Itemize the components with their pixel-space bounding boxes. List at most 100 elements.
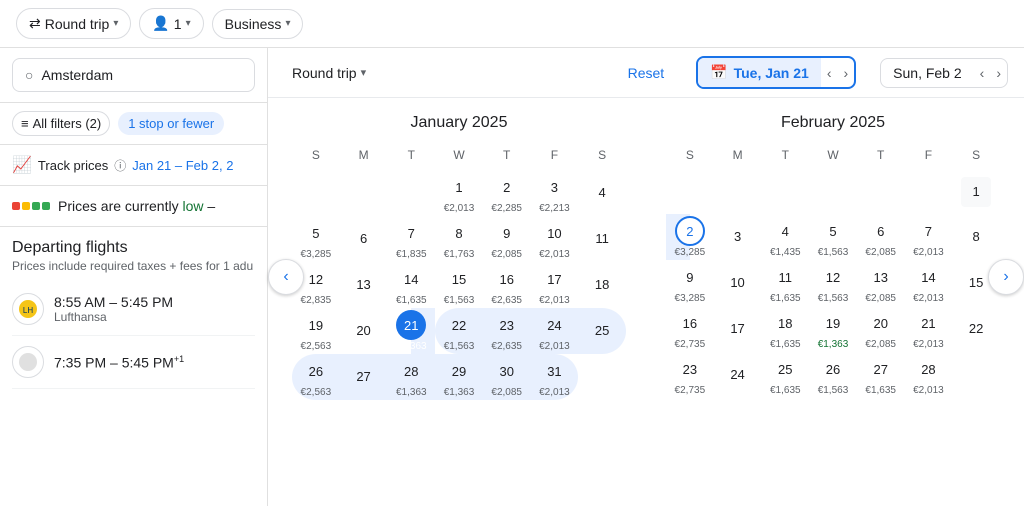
day-cell[interactable]: 3 — [714, 214, 762, 260]
day-cell[interactable]: 2€3,285 — [666, 214, 714, 260]
reset-button[interactable]: Reset — [628, 65, 665, 81]
day-cell[interactable]: 10€2,013 — [531, 216, 579, 262]
day-cell[interactable]: 16€2,635 — [483, 262, 531, 308]
day-cell[interactable]: 28€2,013 — [905, 352, 953, 398]
day-cell[interactable]: 4€1,435 — [761, 214, 809, 260]
day-cell[interactable]: 11€1,635 — [761, 260, 809, 306]
day-number: 26 — [301, 356, 331, 386]
day-cell[interactable]: 13 — [340, 262, 388, 308]
day-cell[interactable]: 2€2,285 — [483, 170, 531, 216]
roundtrip-button[interactable]: ⇄ Round trip ▾ — [16, 8, 131, 39]
all-filters-button[interactable]: ≡ All filters (2) — [12, 111, 110, 136]
flight-card-1[interactable]: LH 8:55 AM – 5:45 PM Lufthansa — [12, 283, 255, 336]
top-bar: ⇄ Round trip ▾ 👤 1 ▾ Business ▾ — [0, 0, 1024, 48]
day-cell[interactable]: 21€1,363 — [387, 308, 435, 354]
day-cell[interactable]: 15€1,563 — [435, 262, 483, 308]
february-grid: SMTWTFS12€3,28534€1,4355€1,5636€2,0857€2… — [666, 144, 1000, 398]
date-start-next-button[interactable]: › — [837, 61, 854, 85]
day-cell[interactable]: 9€3,285 — [666, 260, 714, 306]
day-cell[interactable]: 6 — [340, 216, 388, 262]
day-cell[interactable]: 5€1,563 — [809, 214, 857, 260]
day-cell[interactable]: 28€1,363 — [387, 354, 435, 400]
day-cell[interactable]: 27 — [340, 354, 388, 400]
day-number: 20 — [349, 316, 379, 346]
class-button[interactable]: Business ▾ — [212, 9, 304, 39]
day-cell[interactable]: 25 — [578, 308, 626, 354]
day-cell[interactable]: 7€1,835 — [387, 216, 435, 262]
track-icon: 📈 — [12, 155, 32, 175]
day-cell[interactable]: 1 — [952, 170, 1000, 214]
search-box[interactable]: ○ Amsterdam — [12, 58, 255, 92]
day-price: €1,635 — [770, 385, 801, 396]
date-end-selected[interactable]: Sun, Feb 2 — [881, 59, 974, 87]
day-cell[interactable]: 26€1,563 — [809, 352, 857, 398]
day-cell[interactable]: 31€2,013 — [531, 354, 579, 400]
day-cell[interactable]: 18€1,635 — [761, 306, 809, 352]
date-start-prev-button[interactable]: ‹ — [821, 61, 838, 85]
day-cell[interactable]: 1€2,013 — [435, 170, 483, 216]
day-cell[interactable]: 21€2,013 — [905, 306, 953, 352]
day-number: 24 — [539, 310, 569, 340]
calendar-prev-button[interactable]: ‹ — [268, 259, 304, 295]
day-cell[interactable]: 19€1,363 — [809, 306, 857, 352]
airline-logo-2 — [12, 346, 44, 378]
flight-time-2: 7:35 PM – 5:45 PM+1 — [54, 354, 255, 371]
search-city-label: Amsterdam — [41, 67, 113, 83]
day-cell[interactable]: 24€2,013 — [531, 308, 579, 354]
calendar-icon: 📅 — [710, 64, 727, 81]
stop-badge[interactable]: 1 stop or fewer — [118, 112, 224, 135]
day-cell[interactable]: 29€1,363 — [435, 354, 483, 400]
day-cell[interactable]: 26€2,563 — [292, 354, 340, 400]
day-cell[interactable]: 22 — [952, 306, 1000, 352]
day-number: 23 — [492, 310, 522, 340]
day-cell[interactable]: 14€2,013 — [905, 260, 953, 306]
day-cell[interactable]: 23€2,735 — [666, 352, 714, 398]
day-cell[interactable]: 8€1,763 — [435, 216, 483, 262]
day-price: €1,763 — [444, 249, 475, 260]
date-start-selected[interactable]: 📅 Tue, Jan 21 — [698, 58, 821, 87]
day-cell[interactable]: 22€1,563 — [435, 308, 483, 354]
info-icon: ⓘ — [114, 157, 126, 174]
day-cell[interactable]: 30€2,085 — [483, 354, 531, 400]
day-cell[interactable]: 11 — [578, 216, 626, 262]
day-number: 21 — [913, 308, 943, 338]
day-cell[interactable]: 20 — [340, 308, 388, 354]
day-cell[interactable]: 24 — [714, 352, 762, 398]
day-cell[interactable]: 19€2,563 — [292, 308, 340, 354]
class-label: Business — [225, 16, 282, 32]
day-cell[interactable]: 18 — [578, 262, 626, 308]
day-price: €2,013 — [539, 341, 570, 352]
day-cell[interactable]: 14€1,635 — [387, 262, 435, 308]
day-price: €2,013 — [444, 203, 475, 214]
day-cell[interactable]: 13€2,085 — [857, 260, 905, 306]
day-cell[interactable]: 6€2,085 — [857, 214, 905, 260]
day-cell[interactable]: 25€1,635 — [761, 352, 809, 398]
day-cell[interactable]: 20€2,085 — [857, 306, 905, 352]
day-cell[interactable]: 5€3,285 — [292, 216, 340, 262]
day-cell[interactable]: 16€2,735 — [666, 306, 714, 352]
calendar-roundtrip-select[interactable]: Round trip ▾ — [284, 61, 374, 85]
day-cell[interactable]: 12€1,563 — [809, 260, 857, 306]
day-cell[interactable]: 8 — [952, 214, 1000, 260]
calendar-next-button[interactable]: › — [988, 259, 1024, 295]
day-header: T — [857, 144, 905, 170]
day-price: €3,285 — [675, 293, 706, 304]
day-number: 17 — [723, 314, 753, 344]
day-cell[interactable]: 17€2,013 — [531, 262, 579, 308]
day-cell[interactable]: 17 — [714, 306, 762, 352]
track-dates: Jan 21 – Feb 2, 2 — [132, 158, 233, 173]
day-cell[interactable]: 23€2,635 — [483, 308, 531, 354]
day-cell[interactable]: 3€2,213 — [531, 170, 579, 216]
date-end-prev-button[interactable]: ‹ — [974, 61, 991, 85]
flight-card-2[interactable]: 7:35 PM – 5:45 PM+1 — [12, 336, 255, 389]
passengers-button[interactable]: 👤 1 ▾ — [139, 8, 203, 39]
day-number: 24 — [723, 360, 753, 390]
day-cell[interactable]: 4 — [578, 170, 626, 216]
day-cell[interactable]: 27€1,635 — [857, 352, 905, 398]
flight-time-1: 8:55 AM – 5:45 PM — [54, 294, 255, 310]
day-cell[interactable]: 9€2,085 — [483, 216, 531, 262]
day-cell[interactable]: 7€2,013 — [905, 214, 953, 260]
date-end-next-button[interactable]: › — [990, 61, 1007, 85]
day-cell[interactable]: 10 — [714, 260, 762, 306]
day-price: €1,363 — [444, 387, 475, 398]
